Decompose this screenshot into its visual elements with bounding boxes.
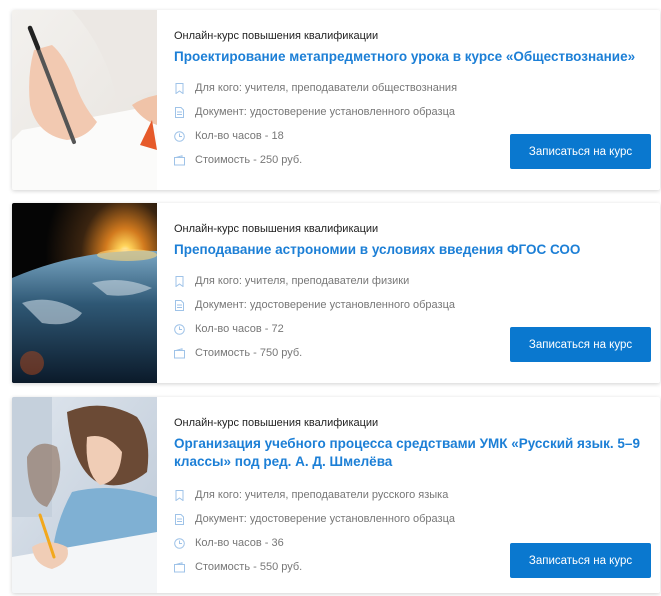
course-title-link[interactable]: Организация учебного процесса средствами… bbox=[174, 435, 644, 471]
course-title-link[interactable]: Проектирование метапредметного урока в к… bbox=[174, 48, 644, 66]
course-document-text: Документ: удостоверение установленного о… bbox=[195, 299, 456, 311]
course-audience-text: Для кого: учителя, преподаватели русског… bbox=[195, 489, 449, 501]
course-image-earth-sunrise[interactable] bbox=[12, 203, 157, 383]
course-body: Онлайн-курс повышения квалификации Орган… bbox=[174, 397, 660, 593]
course-hours: Кол-во часов - 36 bbox=[174, 537, 284, 549]
course-price-text: Стоимость - 250 руб. bbox=[195, 154, 303, 166]
bookmark-icon bbox=[174, 275, 185, 287]
course-hours-text: Кол-во часов - 72 bbox=[195, 323, 284, 335]
document-icon bbox=[174, 106, 185, 118]
course-card: Онлайн-курс повышения квалификации Орган… bbox=[12, 397, 660, 593]
course-kind: Онлайн-курс повышения квалификации bbox=[174, 417, 379, 429]
course-price: Стоимость - 750 руб. bbox=[174, 347, 302, 359]
course-audience: Для кого: учителя, преподаватели русског… bbox=[174, 489, 448, 501]
course-document-text: Документ: удостоверение установленного о… bbox=[195, 106, 456, 118]
course-audience-text: Для кого: учителя, преподаватели обществ… bbox=[195, 82, 458, 94]
clock-icon bbox=[174, 323, 185, 335]
enroll-button[interactable]: Записаться на курс bbox=[510, 134, 651, 169]
course-price: Стоимость - 550 руб. bbox=[174, 561, 302, 573]
course-document: Документ: удостоверение установленного о… bbox=[174, 513, 455, 525]
bookmark-icon bbox=[174, 489, 185, 501]
course-price: Стоимость - 250 руб. bbox=[174, 154, 302, 166]
enroll-button[interactable]: Записаться на курс bbox=[510, 327, 651, 362]
wallet-icon bbox=[174, 154, 185, 166]
wallet-icon bbox=[174, 561, 185, 573]
course-image-students-writing[interactable] bbox=[12, 397, 157, 593]
course-body: Онлайн-курс повышения квалификации Препо… bbox=[174, 203, 660, 383]
course-document-text: Документ: удостоверение установленного о… bbox=[195, 513, 456, 525]
course-card: Онлайн-курс повышения квалификации Проек… bbox=[12, 10, 660, 190]
course-title-link[interactable]: Преподавание астрономии в условиях введе… bbox=[174, 241, 644, 259]
wallet-icon bbox=[174, 347, 185, 359]
clock-icon bbox=[174, 537, 185, 549]
course-body: Онлайн-курс повышения квалификации Проек… bbox=[174, 10, 660, 190]
enroll-button[interactable]: Записаться на курс bbox=[510, 543, 651, 578]
course-audience-text: Для кого: учителя, преподаватели физики bbox=[195, 275, 410, 287]
course-hours: Кол-во часов - 72 bbox=[174, 323, 284, 335]
clock-icon bbox=[174, 130, 185, 142]
course-audience: Для кого: учителя, преподаватели обществ… bbox=[174, 82, 457, 94]
course-audience: Для кого: учителя, преподаватели физики bbox=[174, 275, 409, 287]
bookmark-icon bbox=[174, 82, 185, 94]
course-price-text: Стоимость - 550 руб. bbox=[195, 561, 303, 573]
course-image-hand-writing[interactable] bbox=[12, 10, 157, 190]
course-kind: Онлайн-курс повышения квалификации bbox=[174, 223, 379, 235]
course-hours-text: Кол-во часов - 18 bbox=[195, 130, 284, 142]
course-document: Документ: удостоверение установленного о… bbox=[174, 299, 455, 311]
document-icon bbox=[174, 513, 185, 525]
course-kind: Онлайн-курс повышения квалификации bbox=[174, 30, 379, 42]
document-icon bbox=[174, 299, 185, 311]
course-price-text: Стоимость - 750 руб. bbox=[195, 347, 303, 359]
course-document: Документ: удостоверение установленного о… bbox=[174, 106, 455, 118]
course-hours: Кол-во часов - 18 bbox=[174, 130, 284, 142]
course-card: Онлайн-курс повышения квалификации Препо… bbox=[12, 203, 660, 383]
course-hours-text: Кол-во часов - 36 bbox=[195, 537, 284, 549]
